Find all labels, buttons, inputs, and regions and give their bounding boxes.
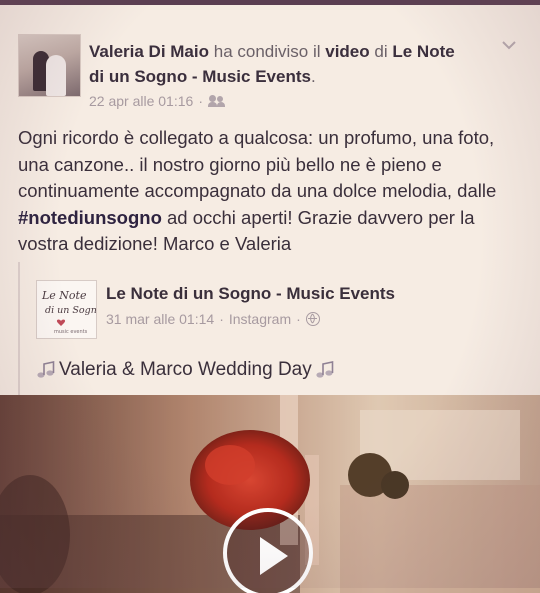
hashtag-link[interactable]: #notediunsogno bbox=[18, 207, 162, 228]
post-timestamp[interactable]: 22 apr alle 01:16 bbox=[89, 93, 193, 109]
shared-page-title[interactable]: Le Note di un Sogno - Music Events bbox=[106, 284, 395, 304]
action-text: ha condiviso il bbox=[213, 42, 321, 61]
news-feed-post: Valeria Di Maio ha condiviso il video di… bbox=[0, 5, 540, 593]
meta-separator: · bbox=[198, 93, 203, 109]
shared-timestamp[interactable]: 31 mar alle 01:14 bbox=[106, 311, 214, 327]
shared-separator2: · bbox=[296, 311, 301, 327]
logo-line3: music events bbox=[54, 329, 88, 335]
shared-content-border bbox=[18, 262, 20, 402]
video-caption-text: Valeria & Marco Wedding Day bbox=[59, 359, 312, 380]
video-link[interactable]: video bbox=[325, 42, 369, 61]
shared-page-logo[interactable]: Le Note di un Sogno music events bbox=[36, 280, 97, 339]
period-text: . bbox=[310, 67, 316, 86]
friends-icon[interactable] bbox=[207, 95, 226, 107]
video-caption: Valeria & Marco Wedding Day bbox=[35, 359, 336, 381]
post-status-text: Ogni ricordo è collegato a qualcosa: un … bbox=[18, 125, 523, 258]
globe-icon bbox=[305, 312, 320, 326]
shared-separator: · bbox=[219, 311, 224, 327]
page-logo-image: Le Note di un Sogno music events bbox=[41, 289, 96, 335]
video-player[interactable] bbox=[0, 395, 540, 593]
music-note-icon bbox=[316, 361, 334, 378]
post-meta: 22 apr alle 01:16 · bbox=[89, 93, 226, 109]
author-name-link[interactable]: Valeria Di Maio bbox=[89, 42, 209, 61]
author-avatar[interactable] bbox=[18, 34, 81, 97]
status-text-part1: Ogni ricordo è collegato a qualcosa: un … bbox=[18, 127, 497, 201]
logo-line2: di un Sogno bbox=[45, 305, 96, 316]
avatar-figure-bride bbox=[46, 55, 66, 96]
shared-source-link[interactable]: Instagram bbox=[229, 311, 291, 327]
play-button[interactable] bbox=[223, 508, 313, 593]
logo-heart-icon bbox=[56, 319, 66, 326]
shared-meta: 31 mar alle 01:14 · Instagram · bbox=[106, 311, 320, 327]
music-note-icon bbox=[37, 361, 55, 378]
chevron-down-icon[interactable] bbox=[500, 38, 518, 52]
prep-text: di bbox=[374, 42, 388, 61]
logo-line1: Le Note bbox=[41, 289, 87, 302]
post-header: Valeria Di Maio ha condiviso il video di… bbox=[89, 39, 469, 89]
play-icon bbox=[260, 537, 288, 575]
